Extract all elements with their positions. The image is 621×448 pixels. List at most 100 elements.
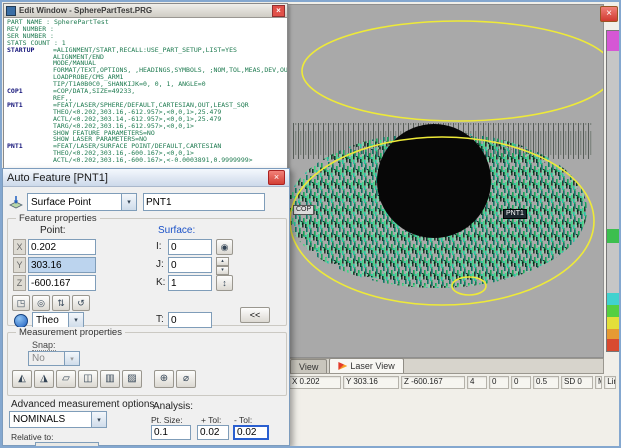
close-icon[interactable]: × — [600, 6, 618, 22]
status-cell: 0 — [511, 376, 531, 389]
mode-value: Theo — [36, 315, 59, 326]
analysis-label: Analysis: — [153, 401, 193, 412]
pt-size-label: Pt. Size: — [151, 415, 183, 425]
colorbar-segment — [607, 317, 619, 329]
relative-to-input[interactable] — [35, 442, 99, 448]
close-icon[interactable]: × — [268, 170, 285, 185]
laser-icon — [338, 362, 347, 370]
tab-laser-view[interactable]: Laser View — [329, 358, 403, 373]
t-value-input[interactable] — [168, 312, 212, 328]
view-tabs: View Laser View — [286, 358, 604, 374]
flip-vector-button[interactable]: ⇅ — [52, 295, 70, 311]
minus-tol-input[interactable] — [233, 425, 269, 440]
step-up-icon[interactable]: ▴ — [216, 257, 229, 266]
diameter-button[interactable]: ⌀ — [176, 370, 196, 388]
code-line: ALIGNMENT/END — [7, 54, 287, 61]
group-legend: Feature properties — [16, 213, 100, 224]
snap-value: No — [32, 353, 45, 364]
relative-to-label: Relative to: — [11, 432, 54, 442]
status-cell: Z -600.167 — [401, 376, 465, 389]
edit-window-title: Edit Window - SpherePartTest.PRG — [19, 6, 152, 15]
status-cell: SD 0 — [561, 376, 593, 389]
code-line: TIP/T1A0B0C0, SHANKIJK=0, 0, 1, ANGLE=0 — [7, 81, 287, 88]
avoidance-button[interactable]: ▱ — [56, 370, 76, 388]
code-line: SHOW FEATURE PARAMETERS=NO — [7, 130, 287, 137]
j-label: J: — [156, 259, 164, 270]
auto-feature-dialog: Auto Feature [PNT1] × Surface Point ▾ Fe… — [2, 168, 290, 446]
colorbar-segment — [607, 329, 619, 339]
status-cells: X 0.202Y 303.16Z -600.1674000.5SD 0 — [289, 376, 593, 389]
read-point-button[interactable]: ◎ — [32, 295, 50, 311]
cop-label: COP — [293, 205, 314, 215]
y-axis-label: Y — [13, 257, 26, 273]
colorbar-segment — [607, 31, 619, 51]
tab-label: View — [299, 362, 318, 372]
i-label: I: — [156, 241, 162, 252]
z-coordinate-input[interactable] — [28, 275, 96, 291]
pt-size-input[interactable] — [151, 425, 191, 440]
advanced-options-label: Advanced measurement options — [11, 399, 154, 410]
edit-window-titlebar[interactable]: Edit Window - SpherePartTest.PRG × — [4, 4, 287, 18]
t-label: T: — [156, 314, 164, 325]
status-cell: X 0.202 — [289, 376, 341, 389]
probe-button[interactable]: ◫ — [78, 370, 98, 388]
k-label: K: — [156, 277, 165, 288]
path-button[interactable]: ◮ — [34, 370, 54, 388]
snap-select[interactable]: No ▾ — [28, 351, 80, 366]
vector-pick-button[interactable]: ◉ — [216, 239, 233, 255]
code-line: STARTUP=ALIGNMENT/START,RECALL:USE_PART_… — [7, 47, 287, 54]
nominals-select[interactable]: NOMINALS ▾ — [9, 411, 107, 428]
measurement-toolbar: ◭◮▱◫▥▨ — [12, 370, 142, 388]
measurement-toolbar-2: ⊕⌀ — [154, 370, 196, 388]
theo-actual-toggle[interactable] — [14, 314, 28, 328]
regenerate-button[interactable]: ↺ — [72, 295, 90, 311]
feature-id-input[interactable] — [143, 193, 265, 211]
pnt1-label: PNT1 — [503, 209, 527, 219]
dialog-body: Surface Point ▾ Feature properties Point… — [3, 187, 289, 445]
surface-label[interactable]: Surface: — [158, 225, 195, 236]
z-axis-label: Z — [13, 275, 26, 291]
surface-point-icon — [8, 194, 24, 210]
target-button[interactable]: ⊕ — [154, 370, 174, 388]
code-line: FORMAT/TEXT,OPTIONS, ,HEADINGS,SYMBOLS, … — [7, 67, 287, 74]
nominals-value: NOMINALS — [13, 414, 65, 425]
density-button[interactable]: ▥ — [100, 370, 120, 388]
colorbar-segment — [607, 229, 619, 243]
workplane-button[interactable]: ◳ — [12, 295, 30, 311]
cursor-position: Line 29, Col 034 — [604, 376, 616, 389]
plus-tol-input[interactable] — [197, 425, 229, 440]
chevron-down-icon: ▾ — [64, 352, 79, 365]
units-indicator: MM — [595, 376, 602, 389]
step-down-icon[interactable]: ▾ — [216, 266, 229, 275]
edit-window: Edit Window - SpherePartTest.PRG × PART … — [3, 3, 288, 173]
editor-body[interactable]: PART NAME : SpherePartTestREV NUMBER :SE… — [4, 18, 287, 172]
j-vector-input[interactable] — [168, 257, 212, 273]
vector-normalize-button[interactable]: ↕ — [216, 275, 233, 291]
status-bar: X 0.202Y 303.16Z -600.1674000.5SD 0 MM L… — [286, 375, 619, 389]
colorbar — [606, 30, 620, 352]
y-coordinate-input[interactable] — [28, 257, 96, 273]
chevron-down-icon: ▾ — [121, 194, 136, 210]
dialog-titlebar[interactable]: Auto Feature [PNT1] × — [3, 169, 289, 187]
auto-move-button[interactable]: ◭ — [12, 370, 32, 388]
graphics-viewport[interactable]: COP PNT1 — [286, 4, 604, 358]
status-cell: 0 — [489, 376, 509, 389]
k-vector-input[interactable] — [168, 275, 212, 291]
x-coordinate-input[interactable] — [28, 239, 96, 255]
close-icon[interactable]: × — [272, 5, 285, 17]
tab-view[interactable]: View — [290, 359, 327, 373]
status-cell: Y 303.16 — [343, 376, 399, 389]
edit-window-icon — [6, 6, 16, 16]
minus-tol-label: - Tol: — [234, 415, 252, 425]
vector-toolbar: ◳◎⇅↺ — [12, 295, 90, 311]
group-legend: Measurement properties — [16, 327, 125, 338]
feature-type-select[interactable]: Surface Point ▾ — [27, 193, 137, 211]
measurement-properties-group: Measurement properties Snap: No ▾ ◭◮▱◫▥▨… — [7, 332, 287, 396]
snap-label: Snap: — [32, 340, 56, 351]
vector-stepper: ▴ ▾ — [216, 257, 229, 273]
filter-button[interactable]: ▨ — [122, 370, 142, 388]
chevron-down-icon: ▾ — [91, 412, 106, 427]
collapse-dialog-button[interactable]: << — [240, 307, 270, 323]
mode-select[interactable]: Theo ▾ — [32, 312, 84, 328]
i-vector-input[interactable] — [168, 239, 212, 255]
